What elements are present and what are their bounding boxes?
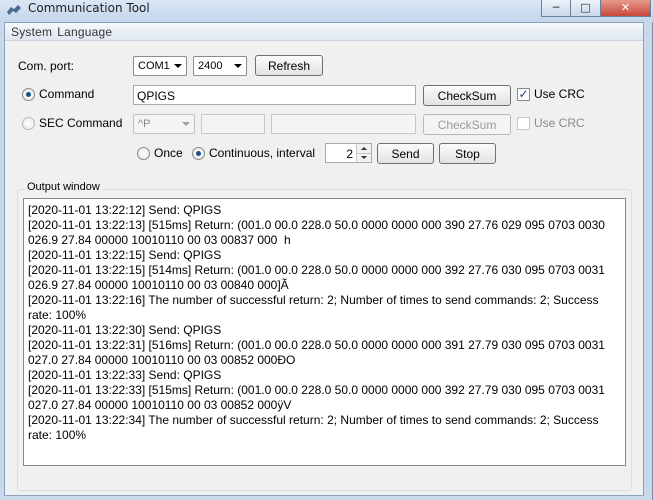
interval-stepper[interactable]: 2 — [325, 143, 372, 163]
checksum-button[interactable]: CheckSum — [423, 85, 511, 106]
sec-command-radio[interactable] — [22, 117, 35, 130]
title-bar[interactable]: Communication Tool ─ □ ✕ — [0, 0, 653, 22]
output-window[interactable]: [2020-11-01 13:22:12] Send: QPIGS [2020-1… — [23, 198, 626, 466]
use-crc-label: Use CRC — [534, 87, 585, 101]
once-label: Once — [154, 146, 183, 160]
output-line: [2020-11-01 13:22:33] Send: QPIGS — [28, 368, 222, 382]
send-button[interactable]: Send — [377, 143, 434, 164]
sec-command-label: SEC Command — [39, 116, 123, 130]
stop-button[interactable]: Stop — [439, 143, 496, 164]
sec-use-crc-checkbox[interactable] — [517, 117, 530, 130]
menu-bar: System Language — [5, 23, 643, 41]
refresh-button[interactable]: Refresh — [255, 55, 323, 76]
stepper-buttons — [356, 144, 371, 162]
baud-rate-value: 2400 — [198, 60, 223, 72]
minimize-button[interactable]: ─ — [541, 0, 571, 17]
command-label: Command — [39, 87, 95, 101]
window-title: Communication Tool — [28, 1, 150, 15]
com-port-value: COM1 — [138, 60, 170, 72]
com-port-label: Com. port: — [18, 59, 75, 73]
window-controls: ─ □ ✕ — [541, 0, 651, 17]
output-line: [2020-11-01 13:22:34] The number of succ… — [28, 413, 602, 442]
use-crc-checkbox[interactable]: ✓ — [517, 88, 530, 101]
interval-value: 2 — [346, 147, 353, 161]
continuous-label: Continuous, interval — [209, 146, 316, 160]
output-line: [2020-11-01 13:22:12] Send: QPIGS — [28, 203, 222, 217]
chevron-down-icon — [234, 64, 242, 68]
output-window-label: Output window — [25, 181, 102, 193]
output-line: [2020-11-01 13:22:13] [515ms] Return: (0… — [28, 218, 609, 247]
chevron-up-icon — [361, 146, 367, 150]
chevron-down-icon — [174, 64, 182, 68]
output-line: [2020-11-01 13:22:15] [514ms] Return: (0… — [28, 263, 609, 292]
stepper-up-button[interactable] — [357, 144, 371, 154]
output-line: [2020-11-01 13:22:33] [515ms] Return: (0… — [28, 383, 609, 412]
chevron-down-icon — [182, 122, 190, 126]
menu-system[interactable]: System — [11, 25, 52, 39]
sec-command-input-2[interactable] — [271, 114, 416, 134]
com-port-select[interactable]: COM1 — [133, 56, 187, 76]
sec-prefix-select[interactable]: ^P — [133, 114, 195, 134]
once-radio[interactable] — [137, 147, 150, 160]
output-line: [2020-11-01 13:22:31] [516ms] Return: (0… — [28, 338, 609, 367]
client-area: System Language Com. port: COM1 2400 Ref… — [4, 22, 644, 496]
sec-prefix-value: ^P — [138, 118, 151, 130]
sec-checksum-button[interactable]: CheckSum — [423, 114, 511, 135]
chevron-down-icon — [361, 156, 367, 160]
app-window: Communication Tool ─ □ ✕ System Language… — [0, 0, 653, 500]
baud-rate-select[interactable]: 2400 — [193, 56, 247, 76]
continuous-radio[interactable] — [192, 147, 205, 160]
sec-command-input-1[interactable] — [201, 114, 265, 134]
close-button[interactable]: ✕ — [601, 0, 651, 17]
menu-language[interactable]: Language — [57, 25, 112, 39]
output-line: [2020-11-01 13:22:30] Send: QPIGS — [28, 323, 222, 337]
output-line: [2020-11-01 13:22:16] The number of succ… — [28, 293, 602, 322]
stepper-down-button[interactable] — [357, 153, 371, 162]
sec-use-crc-label: Use CRC — [534, 116, 585, 130]
output-line: [2020-11-01 13:22:15] Send: QPIGS — [28, 248, 222, 262]
maximize-button[interactable]: □ — [571, 0, 601, 17]
command-input[interactable]: QPIGS — [133, 85, 416, 105]
app-icon — [7, 5, 21, 15]
command-radio[interactable] — [22, 88, 35, 101]
